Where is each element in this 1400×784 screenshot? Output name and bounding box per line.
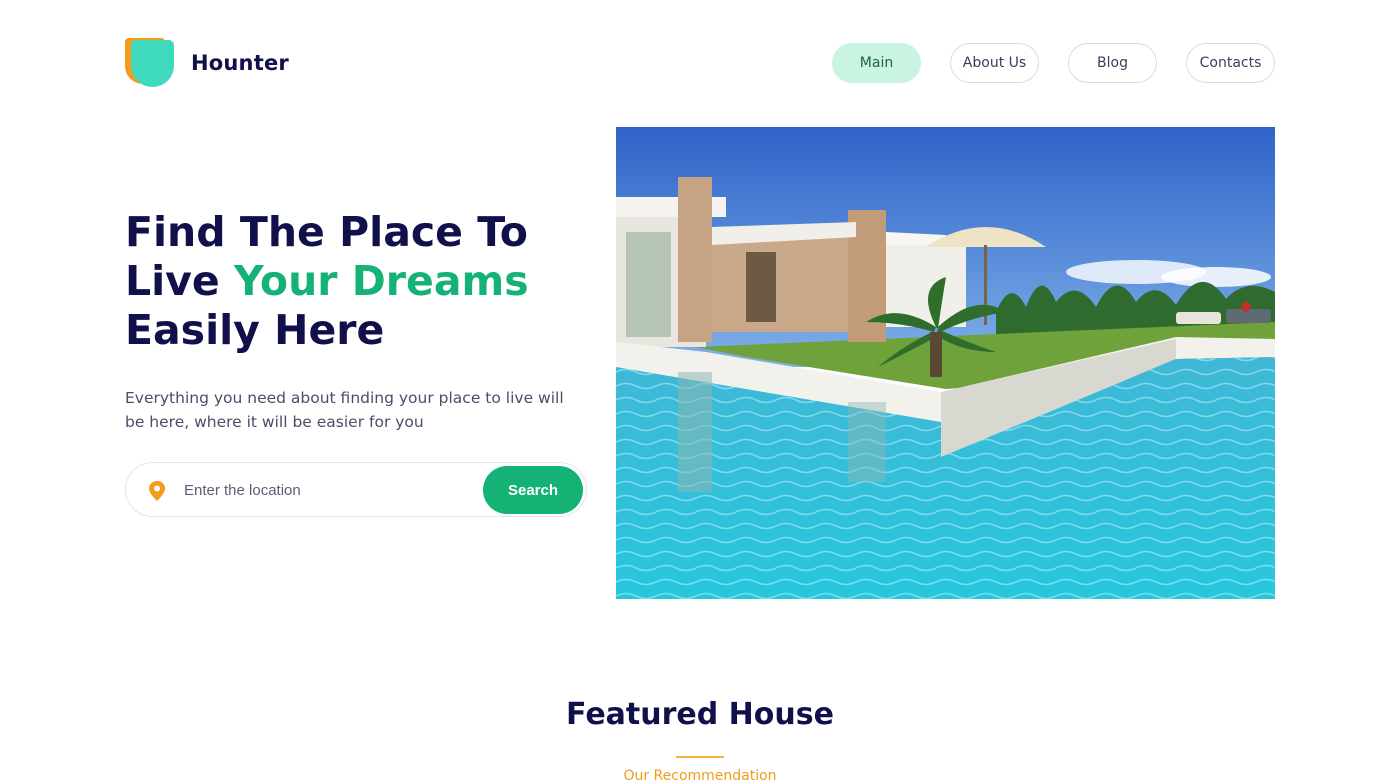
- villa-pool-photo: [616, 127, 1275, 599]
- nav-about-us[interactable]: About Us: [950, 43, 1039, 83]
- hero-image: [616, 127, 1275, 599]
- featured-subtitle: Our Recommendation: [623, 768, 777, 784]
- hero-title-accent: Your Dreams: [234, 257, 529, 305]
- brand-logo[interactable]: Hounter: [125, 38, 289, 88]
- featured-title: Featured House: [566, 697, 834, 732]
- hero-title-line3: Easily Here: [125, 306, 385, 354]
- nav-main[interactable]: Main: [832, 43, 921, 83]
- main-nav: Main About Us Blog Contacts: [832, 43, 1275, 83]
- hero-title-line2: Live: [125, 257, 234, 305]
- location-search-bar: Search: [125, 462, 587, 517]
- hero-description: Everything you need about finding your p…: [125, 389, 564, 431]
- location-input[interactable]: [184, 477, 474, 503]
- nav-blog[interactable]: Blog: [1068, 43, 1157, 83]
- featured-divider: [676, 756, 724, 758]
- logo-icon: [125, 38, 175, 88]
- brand-name: Hounter: [191, 51, 289, 75]
- hero-title: Find The Place To Live Your Dreams Easil…: [125, 208, 605, 355]
- hero-title-line1: Find The Place To: [125, 208, 528, 256]
- nav-contacts[interactable]: Contacts: [1186, 43, 1275, 83]
- search-button[interactable]: Search: [483, 466, 583, 514]
- location-pin-icon: [149, 481, 165, 501]
